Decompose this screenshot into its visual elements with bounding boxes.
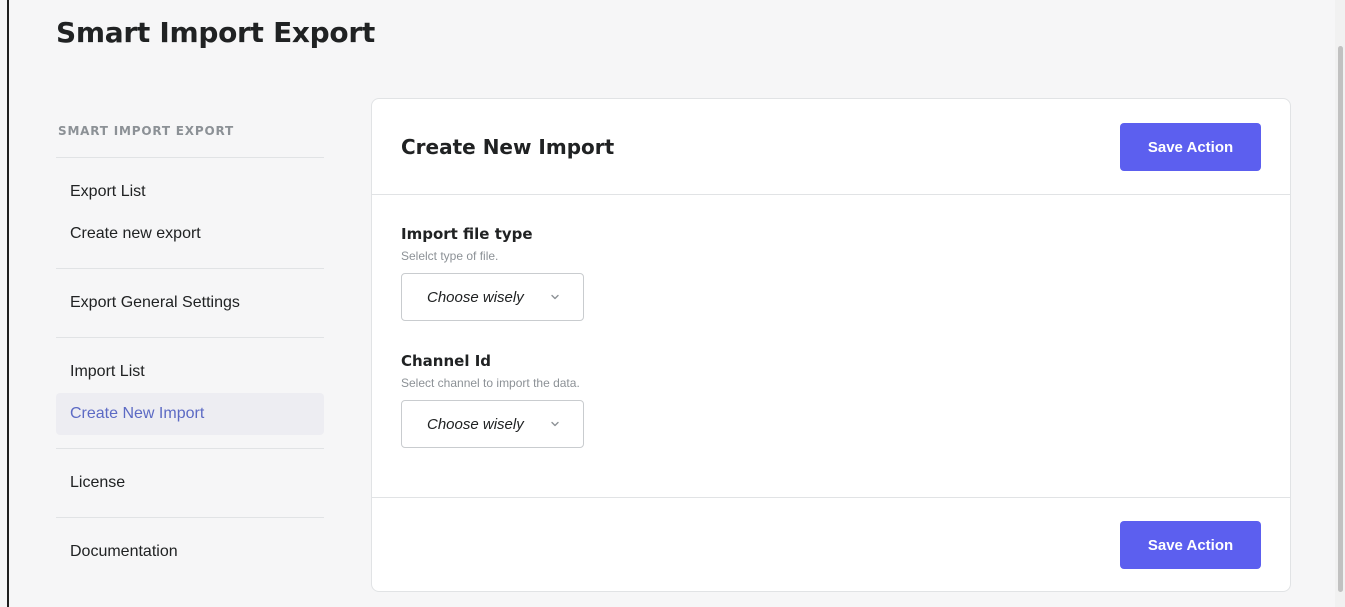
chevron-down-icon (551, 294, 559, 300)
sidebar-item-export-general-settings[interactable]: Export General Settings (56, 282, 324, 324)
sidebar-group-license: License (56, 449, 324, 517)
sidebar-group-export: Export List Create new export (56, 158, 324, 268)
channel-id-field: Channel Id Select channel to import the … (401, 352, 584, 448)
sidebar-heading: SMART IMPORT EXPORT (58, 124, 234, 138)
scrollbar[interactable] (1335, 0, 1345, 607)
window-left-border (7, 0, 9, 607)
field-help-text: Selelct type of file. (401, 249, 499, 263)
chevron-down-icon (551, 421, 559, 427)
sidebar-item-create-new-import[interactable]: Create New Import (56, 393, 324, 435)
field-help-text: Select channel to import the data. (401, 376, 580, 390)
create-import-card: Create New Import Save Action Import fil… (371, 98, 1291, 592)
sidebar-item-license[interactable]: License (56, 462, 324, 504)
sidebar-item-create-new-export[interactable]: Create new export (56, 213, 324, 255)
sidebar-item-export-list[interactable]: Export List (56, 171, 324, 213)
sidebar: SMART IMPORT EXPORT Export List Create n… (56, 112, 324, 586)
import-file-type-field: Import file type Selelct type of file. C… (401, 225, 584, 321)
sidebar-group-documentation: Documentation (56, 518, 324, 586)
page-title: Smart Import Export (56, 16, 375, 49)
field-label: Import file type (401, 225, 533, 243)
card-title: Create New Import (401, 135, 615, 159)
sidebar-item-import-list[interactable]: Import List (56, 351, 324, 393)
sidebar-group-settings: Export General Settings (56, 269, 324, 337)
card-header: Create New Import Save Action (372, 99, 1290, 195)
field-label: Channel Id (401, 352, 492, 370)
sidebar-item-documentation[interactable]: Documentation (56, 531, 324, 573)
scrollbar-thumb[interactable] (1338, 46, 1343, 592)
card-body: Import file type Selelct type of file. C… (372, 195, 1290, 497)
select-value: Choose wisely (427, 415, 524, 433)
select-value: Choose wisely (427, 288, 524, 306)
footer-save-action-button[interactable]: Save Action (1120, 521, 1261, 569)
import-file-type-select[interactable]: Choose wisely (401, 273, 584, 321)
save-action-button[interactable]: Save Action (1120, 123, 1261, 171)
sidebar-group-import: Import List Create New Import (56, 338, 324, 448)
channel-id-select[interactable]: Choose wisely (401, 400, 584, 448)
card-footer: Save Action (372, 497, 1290, 592)
